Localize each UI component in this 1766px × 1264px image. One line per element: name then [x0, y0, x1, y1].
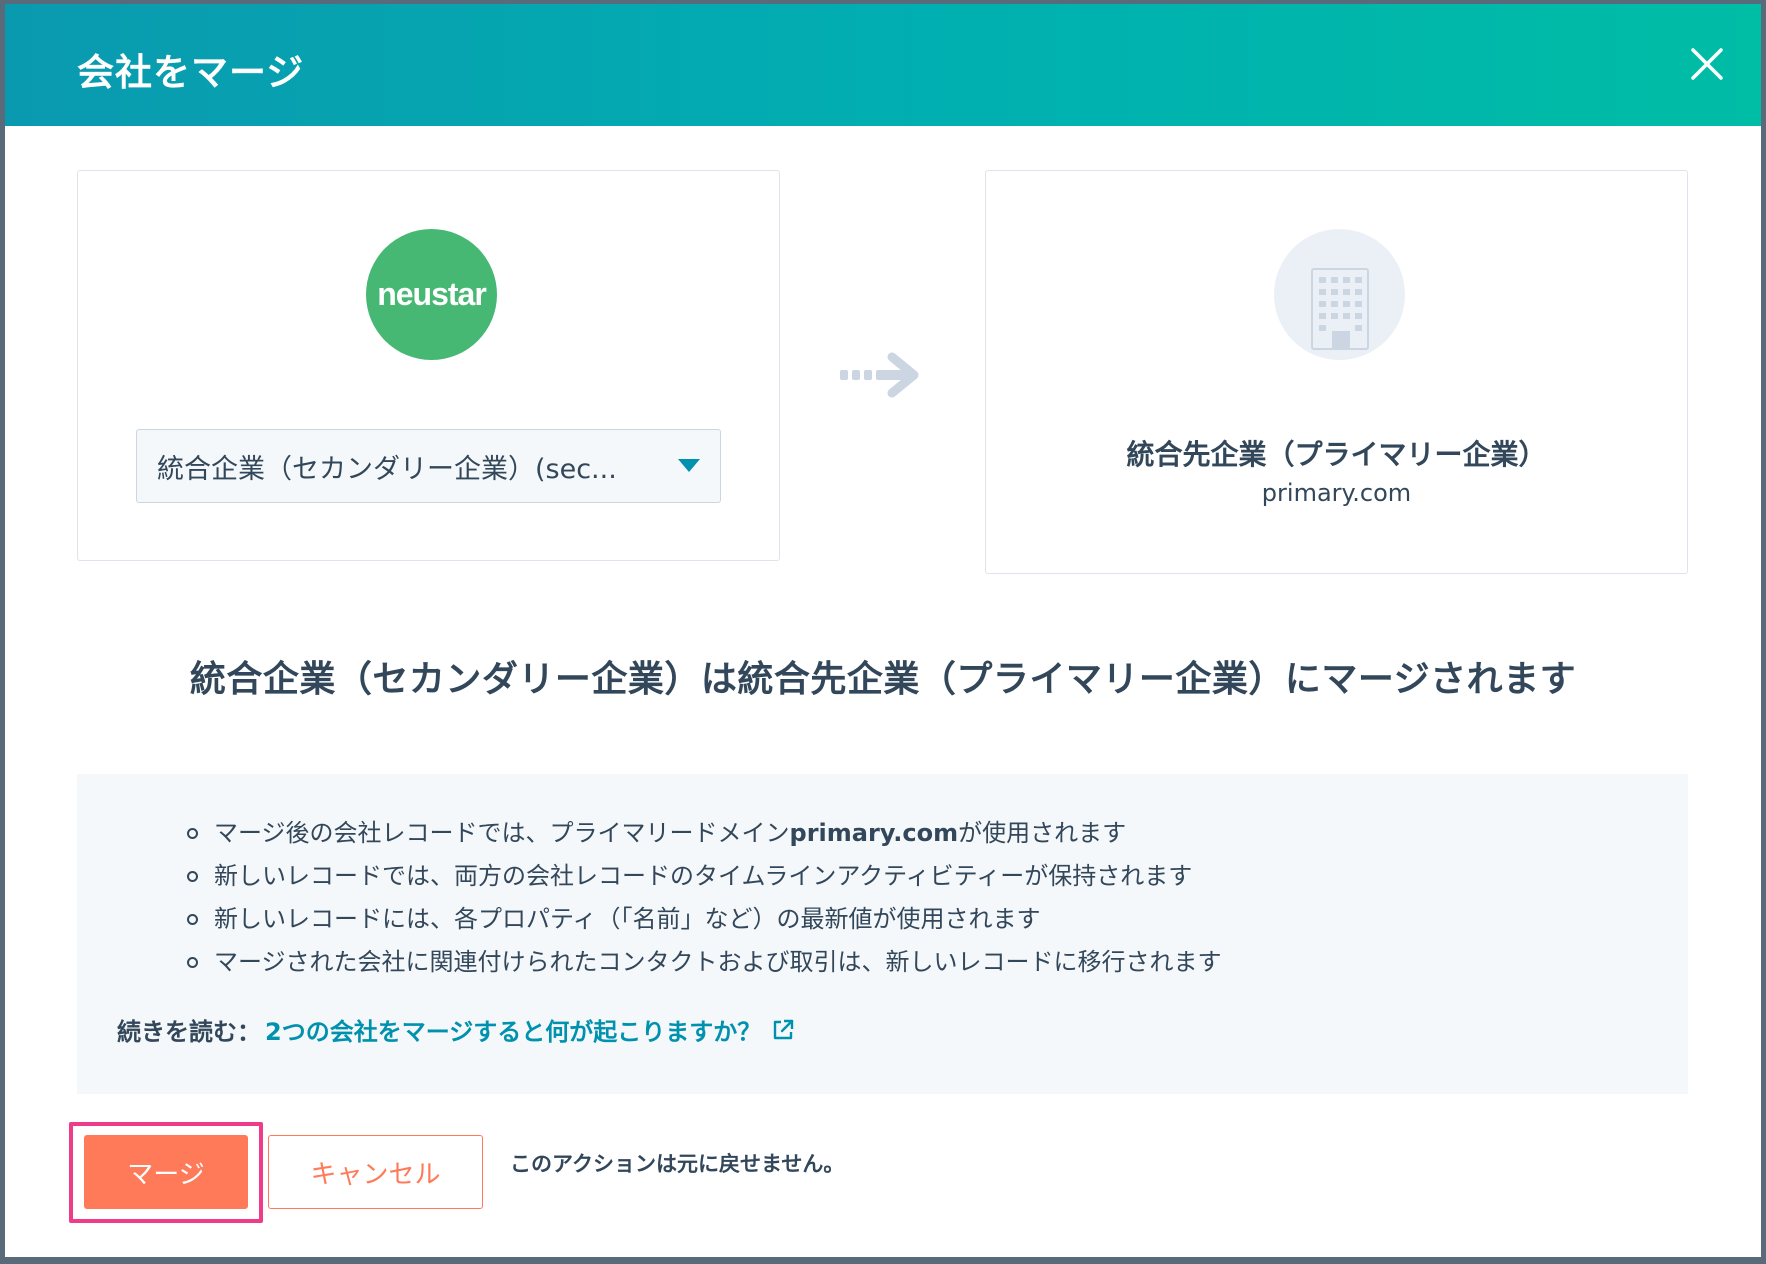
read-more: 続きを読む： 2つの会社をマージすると何が起こりますか？: [117, 1012, 795, 1047]
secondary-company-select-value: 統合企業（セカンダリー企業）(sec...: [157, 453, 617, 485]
external-link-icon[interactable]: [771, 1018, 795, 1042]
cancel-button[interactable]: キャンセル: [268, 1135, 483, 1209]
list-item-text: マージされた会社に関連付けられたコンタクトおよび取引は、新しいレコードに移行され…: [214, 948, 1222, 976]
irreversible-note: このアクションは元に戻せません。: [510, 1152, 845, 1176]
read-more-link[interactable]: 2つの会社をマージすると何が起こりますか？: [265, 1012, 761, 1047]
list-item: 新しいレコードでは、両方の会社レコードのタイムラインアクティビティーが保持されま…: [187, 855, 1222, 898]
dialog-title: 会社をマージ: [77, 51, 305, 94]
company-logo-text: neustar: [377, 276, 487, 312]
bullet-icon: [187, 914, 198, 925]
close-icon[interactable]: [1689, 46, 1725, 82]
read-more-label: 続きを読む：: [117, 1018, 261, 1046]
primary-company-domain: primary.com: [1261, 479, 1412, 507]
bullet-icon: [187, 828, 198, 839]
list-item: マージ後の会社レコードでは、プライマリードメインprimary.comが使用され…: [187, 812, 1222, 855]
primary-company-card: 統合先企業（プライマリー企業） primary.com: [985, 170, 1688, 574]
dialog-header: 会社をマージ: [5, 4, 1761, 126]
bullet-icon: [187, 957, 198, 968]
list-item-text: 新しいレコードでは、両方の会社レコードのタイムラインアクティビティーが保持されま…: [214, 862, 1193, 890]
secondary-company-card: neustar 統合企業（セカンダリー企業）(sec...: [77, 170, 780, 561]
list-item-text: 新しいレコードには、各プロパティ（「名前」など）の最新値が使用されます: [214, 905, 1041, 933]
list-item: 新しいレコードには、各プロパティ（「名前」など）の最新値が使用されます: [187, 898, 1222, 941]
bullet-icon: [187, 871, 198, 882]
primary-company-name: 統合先企業（プライマリー企業）: [1126, 438, 1547, 471]
merge-info-list: マージ後の会社レコードでは、プライマリードメインprimary.comが使用され…: [187, 812, 1222, 984]
merge-headline: 統合企業（セカンダリー企業）は統合先企業（プライマリー企業）にマージされます: [189, 659, 1577, 700]
chevron-down-icon: [678, 459, 700, 472]
building-icon: [1274, 229, 1405, 360]
merge-arrow-icon: [840, 352, 919, 398]
company-logo: neustar: [366, 229, 497, 360]
merge-info-box: マージ後の会社レコードでは、プライマリードメインprimary.comが使用され…: [77, 774, 1688, 1094]
list-item-text: マージ後の会社レコードでは、プライマリードメインprimary.comが使用され…: [214, 819, 1127, 847]
secondary-company-select[interactable]: 統合企業（セカンダリー企業）(sec...: [136, 429, 721, 503]
merge-button[interactable]: マージ: [84, 1135, 248, 1209]
list-item: マージされた会社に関連付けられたコンタクトおよび取引は、新しいレコードに移行され…: [187, 941, 1222, 984]
merge-dialog: 会社をマージ neustar 統合企業（セカンダリー企業）(sec... 統合先…: [5, 4, 1761, 1257]
